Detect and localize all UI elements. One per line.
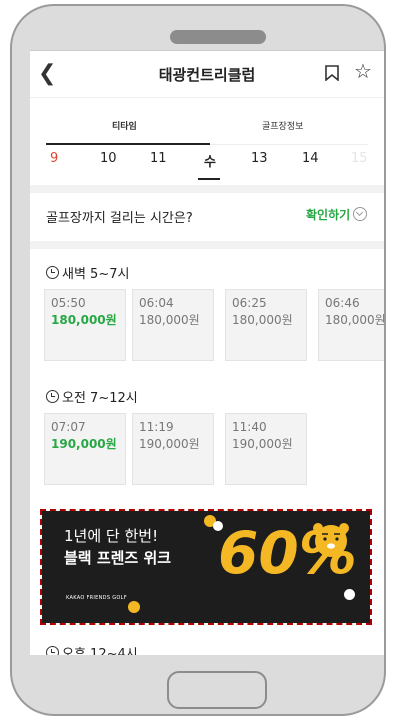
section-title-dawn: 새벽 5~7시 bbox=[46, 263, 129, 282]
clock-icon bbox=[46, 266, 59, 279]
tee-slot[interactable]: 06:46 180,000원 bbox=[318, 289, 384, 361]
top-bar: ❮ 태광컨트리클럽 ☆ bbox=[30, 51, 384, 98]
ryan-character-icon bbox=[313, 523, 349, 557]
banner-brand-logo: KAKAO FRIENDS GOLF bbox=[66, 595, 127, 601]
section-title-morning: 오전 7~12시 bbox=[46, 387, 138, 406]
date-item[interactable]: 9 bbox=[50, 151, 58, 166]
slot-time: 05:50 bbox=[51, 296, 86, 310]
star-icon[interactable]: ☆ bbox=[354, 59, 372, 83]
tee-slot[interactable]: 11:19 190,000원 bbox=[132, 413, 214, 485]
slot-time: 11:40 bbox=[232, 420, 267, 434]
date-item[interactable]: 14 bbox=[302, 151, 319, 166]
slot-time: 06:25 bbox=[232, 296, 267, 310]
section-title-afternoon: 오후 12~4시 bbox=[46, 643, 138, 655]
slot-time: 06:46 bbox=[325, 296, 360, 310]
section-title-text: 오전 7~12시 bbox=[62, 391, 138, 406]
date-item[interactable]: 13 bbox=[251, 151, 268, 166]
slot-price: 180,000원 bbox=[232, 313, 293, 327]
tab-bar: 티타임 골프장정보 bbox=[30, 111, 384, 141]
confirm-label: 확인하기 bbox=[306, 208, 351, 222]
tee-slot[interactable]: 07:07 190,000원 bbox=[44, 413, 126, 485]
tab-course-info[interactable]: 골프장정보 bbox=[262, 119, 303, 132]
slot-price: 190,000원 bbox=[232, 437, 293, 451]
date-selected-underline bbox=[198, 178, 220, 180]
section-title-text: 오후 12~4시 bbox=[62, 647, 138, 655]
slot-time: 07:07 bbox=[51, 420, 86, 434]
app-screen: ❮ 태광컨트리클럽 ☆ 티타임 골프장정보 9 10 11 수 13 14 15… bbox=[30, 50, 384, 655]
slot-price: 180,000원 bbox=[325, 313, 384, 327]
tee-slot[interactable]: 06:04 180,000원 bbox=[132, 289, 214, 361]
slot-price: 190,000원 bbox=[139, 437, 200, 451]
date-item[interactable]: 10 bbox=[100, 151, 117, 166]
tee-slot[interactable]: 06:25 180,000원 bbox=[225, 289, 307, 361]
home-button[interactable] bbox=[167, 671, 267, 709]
section-gap bbox=[30, 241, 384, 249]
slot-time: 06:04 bbox=[139, 296, 174, 310]
date-item[interactable]: 11 bbox=[150, 151, 167, 166]
section-gap bbox=[30, 185, 384, 193]
chevron-down-icon bbox=[353, 207, 368, 221]
slot-price: 180,000원 bbox=[51, 313, 117, 327]
tab-active-indicator bbox=[46, 143, 210, 145]
slot-price: 190,000원 bbox=[51, 437, 117, 451]
decor-dot bbox=[344, 589, 355, 600]
phone-speaker bbox=[170, 30, 266, 44]
tab-teetime[interactable]: 티타임 bbox=[112, 119, 137, 132]
banner-subheadline: 블랙 프렌즈 위크 bbox=[64, 549, 172, 567]
clock-icon bbox=[46, 390, 59, 403]
bookmark-icon[interactable] bbox=[325, 65, 339, 81]
banner-headline: 1년에 단 한번! bbox=[64, 527, 159, 545]
slot-time: 11:19 bbox=[139, 420, 174, 434]
tee-slot[interactable]: 05:50 180,000원 bbox=[44, 289, 126, 361]
clock-icon bbox=[46, 646, 59, 655]
decor-dot bbox=[213, 521, 223, 531]
slot-price: 180,000원 bbox=[139, 313, 200, 327]
confirm-button[interactable]: 확인하기 bbox=[306, 206, 368, 223]
tee-slot[interactable]: 11:40 190,000원 bbox=[225, 413, 307, 485]
distance-question: 골프장까지 걸리는 시간은? bbox=[46, 211, 193, 226]
date-item-selected[interactable]: 수 bbox=[204, 151, 216, 170]
promo-banner[interactable]: 1년에 단 한번! 블랙 프렌즈 위크 KAKAO FRIENDS GOLF 6… bbox=[40, 509, 372, 625]
section-title-text: 새벽 5~7시 bbox=[62, 267, 130, 282]
date-item[interactable]: 15 bbox=[351, 151, 368, 166]
decor-dot bbox=[128, 601, 140, 613]
